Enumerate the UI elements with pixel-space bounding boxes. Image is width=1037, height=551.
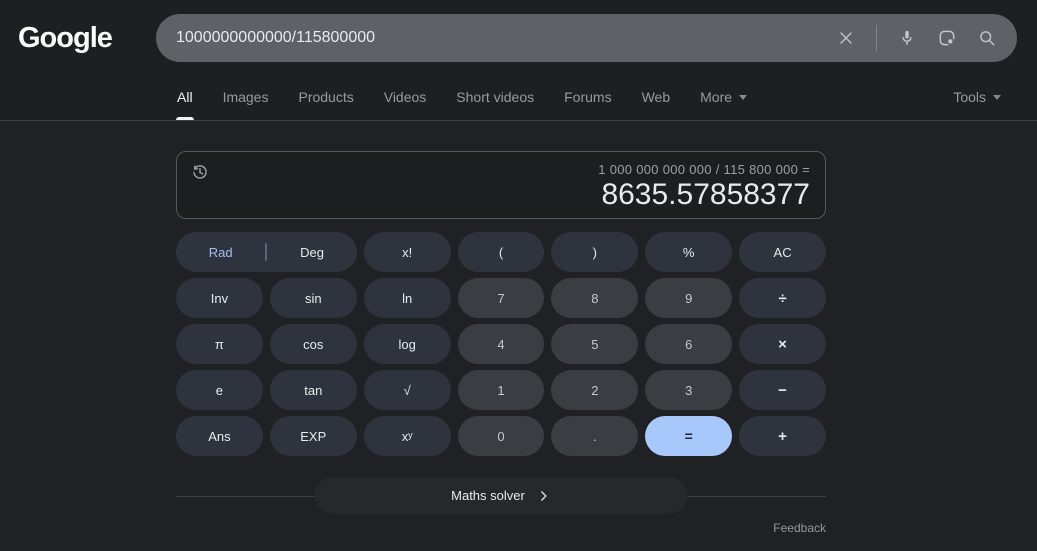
key-ln[interactable]: ln <box>363 278 451 318</box>
key-minus[interactable]: − <box>739 370 826 410</box>
chevron-down-icon <box>993 94 1001 100</box>
key-8[interactable]: 8 <box>551 278 639 318</box>
chevron-down-icon <box>739 94 748 100</box>
key-power[interactable]: xʸ <box>363 416 451 456</box>
key-1[interactable]: 1 <box>457 370 545 410</box>
tab-more[interactable]: More <box>699 74 748 120</box>
key-9[interactable]: 9 <box>645 278 733 318</box>
key-decimal[interactable]: . <box>551 416 639 456</box>
tab-web[interactable]: Web <box>641 74 672 120</box>
maths-solver-button[interactable]: Maths solver <box>314 477 688 514</box>
calculator-widget: 1 000 000 000 000 / 115 800 000 = 8635.5… <box>176 151 826 535</box>
key-6[interactable]: 6 <box>645 324 733 364</box>
key-open-paren[interactable]: ( <box>457 232 545 272</box>
search-icon[interactable] <box>977 28 997 48</box>
key-0[interactable]: 0 <box>457 416 545 456</box>
key-all-clear[interactable]: AC <box>739 232 826 272</box>
key-sqrt[interactable]: √ <box>363 370 451 410</box>
tab-short-videos[interactable]: Short videos <box>455 74 535 120</box>
microphone-icon[interactable] <box>897 28 917 48</box>
key-percent[interactable]: % <box>645 232 733 272</box>
key-cos[interactable]: cos <box>269 324 357 364</box>
calculator-keypad: Rad Deg x! ( ) % AC Inv sin ln 7 8 9 ÷ π… <box>176 232 826 456</box>
search-header: Google 1000000000000/115800000 All Image… <box>0 0 1037 121</box>
tab-label: All <box>177 89 193 105</box>
tab-forums[interactable]: Forums <box>563 74 612 120</box>
tab-images[interactable]: Images <box>222 74 270 120</box>
key-ans[interactable]: Ans <box>176 416 263 456</box>
tab-all[interactable]: All <box>176 74 194 120</box>
key-2[interactable]: 2 <box>551 370 639 410</box>
key-pi[interactable]: π <box>176 324 263 364</box>
key-5[interactable]: 5 <box>551 324 639 364</box>
tab-products[interactable]: Products <box>297 74 354 120</box>
key-factorial[interactable]: x! <box>363 232 451 272</box>
key-divide[interactable]: ÷ <box>739 278 826 318</box>
maths-solver-label: Maths solver <box>451 488 525 503</box>
calculator-result: 8635.57858377 <box>601 178 810 211</box>
key-plus[interactable]: + <box>739 416 826 456</box>
key-tan[interactable]: tan <box>269 370 357 410</box>
math-solver-row: Maths solver <box>176 477 826 514</box>
google-lens-icon[interactable] <box>937 28 957 48</box>
key-4[interactable]: 4 <box>457 324 545 364</box>
clear-icon[interactable] <box>836 28 856 48</box>
chevron-right-icon <box>541 490 547 501</box>
rad-deg-toggle[interactable]: Rad Deg <box>176 232 357 272</box>
google-logo[interactable]: Google <box>18 22 156 55</box>
search-tabs: All Images Products Videos Short videos … <box>0 74 1037 121</box>
key-equals[interactable]: = <box>645 416 733 456</box>
key-7[interactable]: 7 <box>457 278 545 318</box>
tab-videos[interactable]: Videos <box>383 74 428 120</box>
calculator-expression: 1 000 000 000 000 / 115 800 000 = <box>598 162 810 177</box>
key-sin[interactable]: sin <box>269 278 357 318</box>
key-e[interactable]: e <box>176 370 263 410</box>
key-close-paren[interactable]: ) <box>551 232 639 272</box>
key-multiply[interactable]: × <box>739 324 826 364</box>
deg-option[interactable]: Deg <box>267 245 356 260</box>
searchbar-divider <box>876 25 877 51</box>
key-exp[interactable]: EXP <box>269 416 357 456</box>
active-tab-underline <box>176 117 194 120</box>
feedback-link[interactable]: Feedback <box>176 521 826 535</box>
key-log[interactable]: log <box>363 324 451 364</box>
key-inv[interactable]: Inv <box>176 278 263 318</box>
search-bar[interactable] <box>156 14 1017 62</box>
key-3[interactable]: 3 <box>645 370 733 410</box>
history-icon[interactable] <box>190 162 210 182</box>
tools-button[interactable]: Tools <box>953 74 1001 120</box>
rad-option[interactable]: Rad <box>176 245 265 260</box>
calculator-display: 1 000 000 000 000 / 115 800 000 = 8635.5… <box>176 151 826 219</box>
search-input[interactable] <box>176 29 836 47</box>
